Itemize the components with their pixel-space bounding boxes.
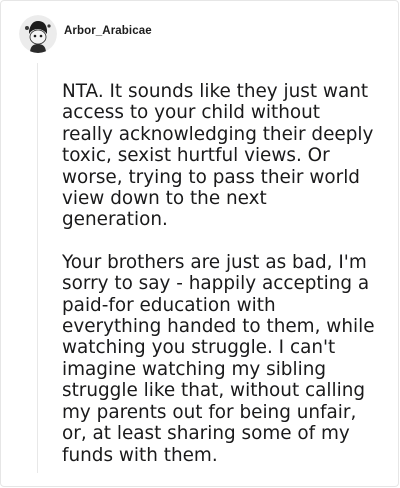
snoo-avatar-icon[interactable] (19, 15, 57, 53)
comment-body: NTA. It sounds like they just want acces… (62, 81, 386, 487)
thread-line[interactable] (37, 63, 38, 473)
comment-card: Arbor_Arabicae NTA. It sounds like they … (0, 0, 399, 487)
comment-header: Arbor_Arabicae (19, 15, 152, 53)
comment-paragraph: NTA. It sounds like they just want acces… (62, 81, 374, 231)
comment-paragraph: Your brothers are just as bad, I'm sorry… (62, 251, 375, 466)
comment-username[interactable]: Arbor_Arabicae (64, 25, 152, 37)
